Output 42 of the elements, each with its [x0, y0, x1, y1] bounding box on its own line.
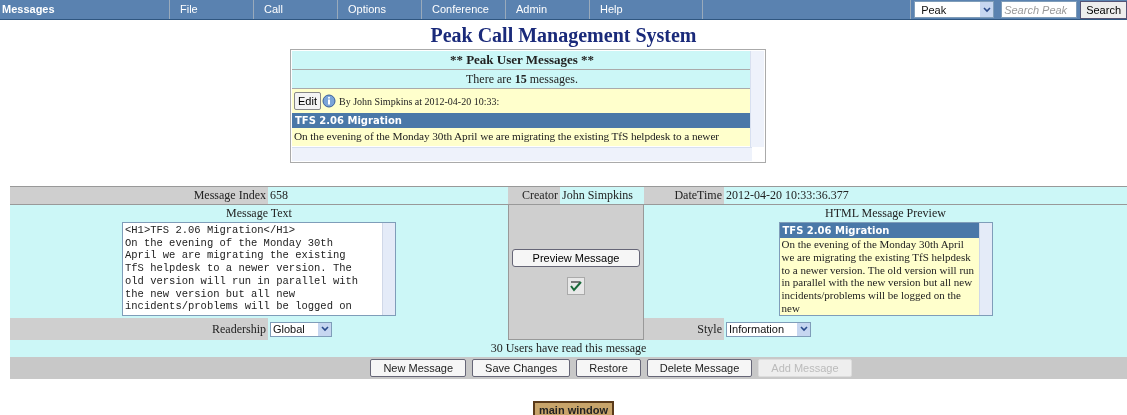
scrollbar[interactable]: [750, 51, 764, 147]
main-window-button[interactable]: main window: [532, 401, 615, 415]
read-count: 30 Users have read this message: [10, 340, 1127, 357]
search-button[interactable]: Search: [1080, 1, 1127, 19]
info-icon[interactable]: [321, 94, 336, 108]
menu-item[interactable]: Call: [254, 0, 338, 19]
field-value: 658: [268, 187, 508, 204]
action-button[interactable]: Delete Message: [646, 359, 753, 377]
field-label: Style: [697, 321, 722, 337]
edit-button[interactable]: Edit: [294, 92, 321, 110]
style-select[interactable]: Information: [726, 321, 811, 337]
field-label: Message Index: [10, 187, 268, 204]
site-select[interactable]: Peak: [914, 1, 995, 18]
field-label: HTML Message Preview: [825, 205, 946, 222]
field-value: John Simpkins: [560, 187, 644, 204]
menu-item[interactable]: Options: [338, 0, 422, 19]
field-label: Creator: [508, 187, 560, 204]
spellcheck-icon[interactable]: [567, 277, 585, 295]
menu-item[interactable]: Admin: [506, 0, 590, 19]
html-preview: TFS 2.06 Migration On the evening of the Monday 30th April we are migrating the existing TfS helpdesk to a newer version. The old version will run in parallel with the new version but all new incidents/problems will be logged on the new: [778, 222, 993, 316]
action-button[interactable]: Save Changes: [472, 359, 571, 377]
message-count: There are 15 messages.: [292, 70, 752, 89]
menu-item[interactable]: Conference: [422, 0, 506, 19]
page-title: Peak Call Management System: [429, 23, 698, 49]
message-byline: By John Simpkins at 2012-04-20 10:33:: [338, 95, 500, 107]
menu-item[interactable]: Messages: [0, 0, 170, 19]
message-text-area[interactable]: <H1>TFS 2.06 Migration</H1> On the evening of the Monday 30th April we are migrating the existing TfS helpdesk to a newer version. The old version will run in parallel with the new version but all new incidents/problems will be logged on: [122, 222, 396, 316]
field-label: Readership: [212, 321, 266, 337]
menu-item[interactable]: File: [170, 0, 254, 19]
readership-select[interactable]: Global: [270, 321, 332, 337]
field-value: 2012-04-20 10:33:36.377: [724, 187, 1127, 204]
message-body: On the evening of the Monday 30th April we are migrating the existing TfS helpdesk to a newer: [292, 128, 752, 146]
preview-button[interactable]: Preview Message: [512, 249, 640, 267]
field-label: Message Text: [226, 205, 292, 222]
action-button[interactable]: Restore: [576, 359, 641, 377]
field-label: DateTime: [644, 187, 724, 204]
menu-item[interactable]: Help: [590, 0, 703, 19]
message-title: TFS 2.06 Migration: [292, 113, 752, 128]
action-button[interactable]: New Message: [370, 359, 467, 377]
search-field[interactable]: Search Peak: [1001, 1, 1078, 18]
scrollbar[interactable]: [292, 147, 752, 161]
panel-heading: ** Peak User Messages **: [292, 51, 752, 70]
